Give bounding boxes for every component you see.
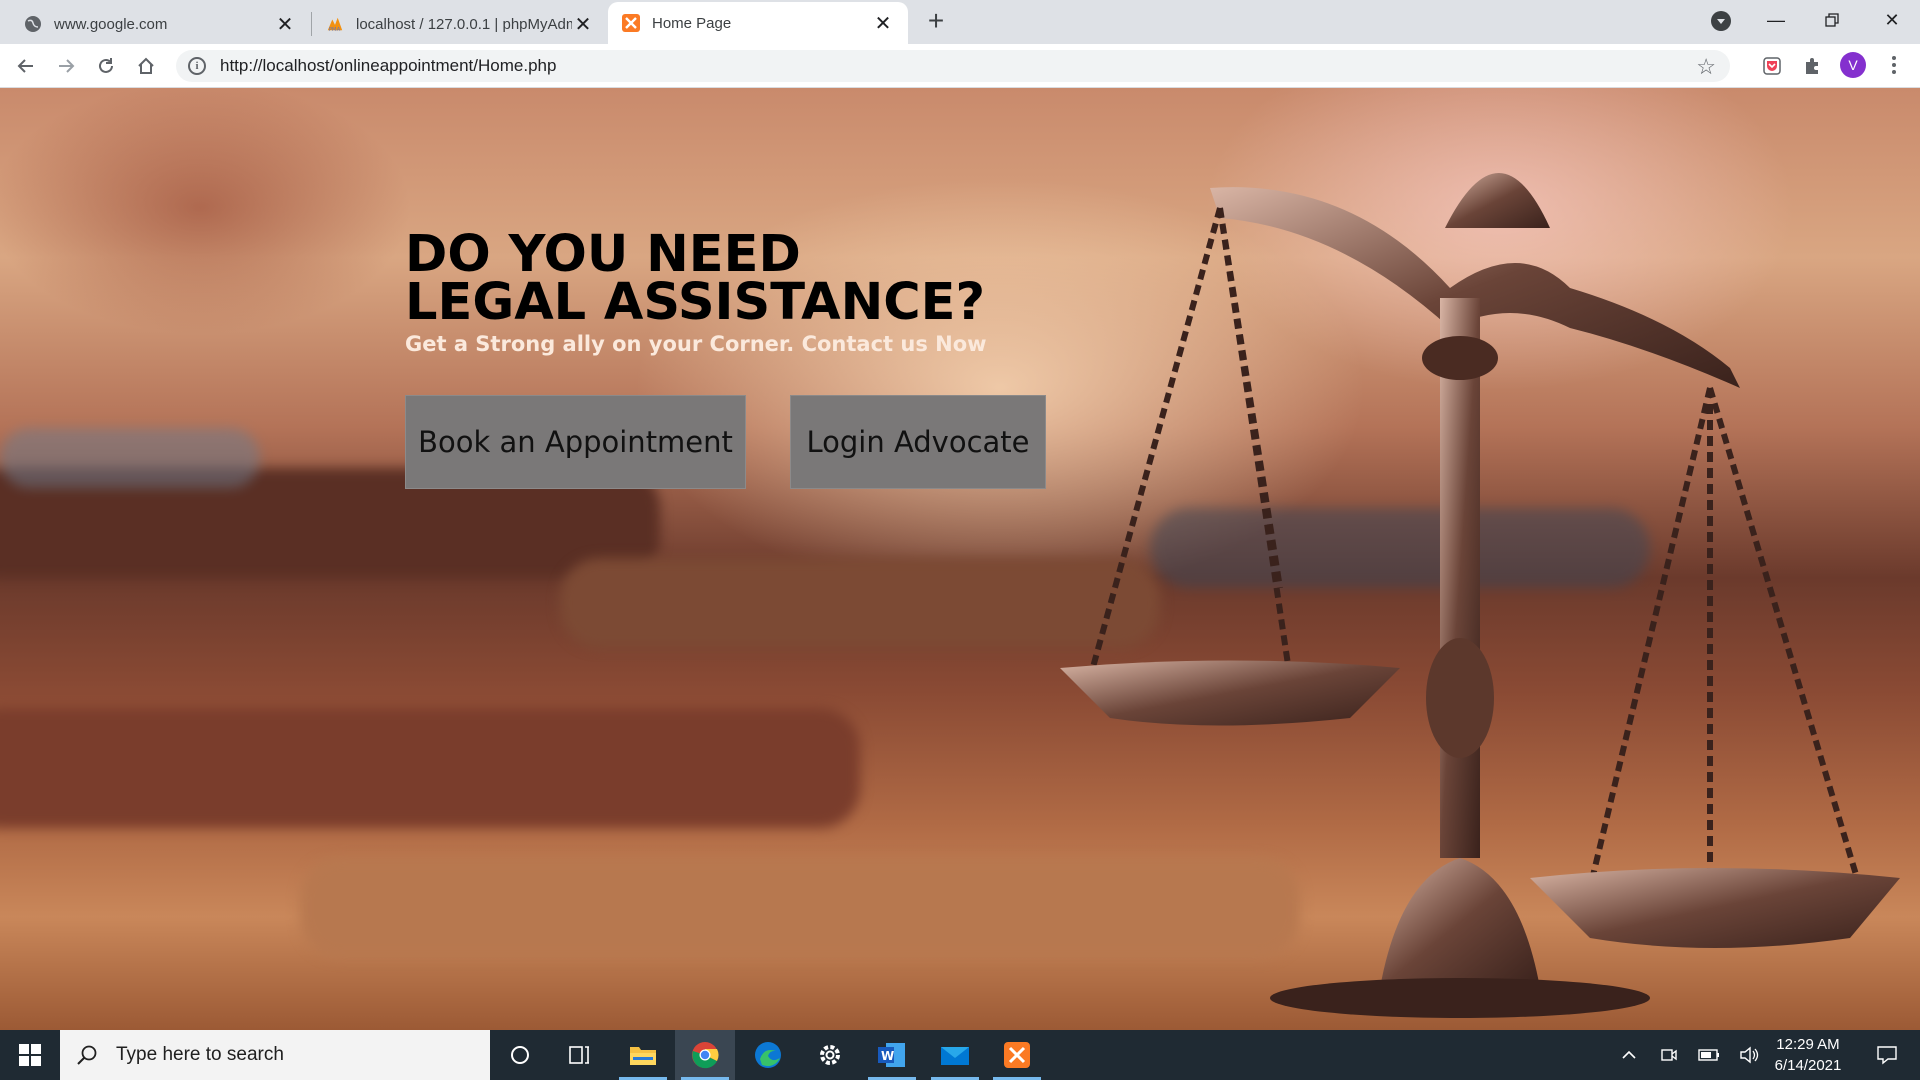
url-text[interactable]: http://localhost/onlineappointment/Home.… bbox=[220, 56, 556, 76]
tab-search-icon[interactable] bbox=[1711, 11, 1731, 31]
notification-center-icon[interactable] bbox=[1862, 1030, 1912, 1080]
restore-icon bbox=[1825, 13, 1839, 27]
taskbar-search-box[interactable]: Type here to search bbox=[60, 1030, 490, 1080]
browser-toolbar: i http://localhost/onlineappointment/Hom… bbox=[0, 44, 1920, 88]
word-icon[interactable]: W bbox=[862, 1030, 922, 1080]
meet-now-icon[interactable] bbox=[1654, 1030, 1684, 1080]
windows-taskbar: Type here to search W 12:29 AM 6/14/2021 bbox=[0, 1030, 1920, 1080]
new-tab-button[interactable]: + bbox=[922, 7, 950, 36]
restore-button[interactable] bbox=[1804, 0, 1860, 40]
minimize-button[interactable]: — bbox=[1748, 0, 1804, 40]
windows-logo-icon bbox=[19, 1044, 41, 1066]
home-button[interactable] bbox=[132, 52, 160, 80]
bookmark-star-icon[interactable]: ☆ bbox=[1696, 54, 1716, 80]
book-appointment-button[interactable]: Book an Appointment bbox=[405, 395, 746, 489]
show-hidden-icons-chevron-icon[interactable] bbox=[1614, 1030, 1644, 1080]
svg-text:PMA: PMA bbox=[329, 27, 341, 33]
page-tagline: Get a Strong ally on your Corner. Contac… bbox=[405, 332, 987, 356]
reload-button[interactable] bbox=[92, 52, 120, 80]
search-placeholder: Type here to search bbox=[116, 1044, 284, 1065]
hero-section: DO YOU NEED LEGAL ASSISTANCE? Get a Stro… bbox=[0, 88, 1920, 1030]
file-explorer-icon[interactable] bbox=[613, 1030, 673, 1080]
headline-line-2: LEGAL ASSISTANCE? bbox=[405, 273, 986, 332]
close-icon[interactable]: ✕ bbox=[274, 13, 296, 36]
svg-text:W: W bbox=[881, 1049, 894, 1063]
tab-home-page[interactable]: Home Page ✕ bbox=[608, 2, 908, 44]
edge-icon[interactable] bbox=[738, 1030, 798, 1080]
pocket-extension-icon[interactable] bbox=[1760, 54, 1784, 78]
forward-button[interactable] bbox=[52, 52, 80, 80]
back-arrow-icon bbox=[17, 59, 33, 73]
chrome-icon[interactable] bbox=[675, 1030, 735, 1080]
start-button[interactable] bbox=[0, 1030, 60, 1080]
forward-arrow-icon bbox=[59, 59, 75, 73]
tab-strip: www.google.com ✕ PMA localhost / 127.0.0… bbox=[0, 0, 1920, 44]
profile-avatar[interactable]: V bbox=[1840, 52, 1866, 78]
back-button[interactable] bbox=[12, 52, 40, 80]
close-icon[interactable]: ✕ bbox=[872, 12, 894, 35]
clock-time: 12:29 AM bbox=[1776, 1036, 1840, 1053]
address-bar[interactable]: i http://localhost/onlineappointment/Hom… bbox=[176, 50, 1730, 82]
close-icon[interactable]: ✕ bbox=[572, 13, 594, 36]
task-view-icon[interactable] bbox=[550, 1030, 610, 1080]
xampp-icon bbox=[622, 14, 640, 32]
xampp-icon[interactable] bbox=[987, 1030, 1047, 1080]
tab-phpmyadmin[interactable]: PMA localhost / 127.0.0.1 | phpMyAdmin ✕ bbox=[312, 4, 608, 44]
background-chair bbox=[0, 428, 260, 488]
battery-icon[interactable] bbox=[1694, 1030, 1724, 1080]
scales-of-justice-icon bbox=[1060, 173, 1900, 1018]
menu-kebab-icon[interactable] bbox=[1884, 52, 1904, 78]
globe-icon bbox=[24, 15, 42, 33]
tab-title: localhost / 127.0.0.1 | phpMyAdmin bbox=[356, 15, 572, 33]
settings-icon[interactable] bbox=[800, 1030, 860, 1080]
close-window-button[interactable]: ✕ bbox=[1864, 0, 1920, 40]
taskbar-clock[interactable]: 12:29 AM 6/14/2021 bbox=[1760, 1034, 1856, 1076]
login-advocate-button[interactable]: Login Advocate bbox=[790, 395, 1046, 489]
home-icon bbox=[138, 57, 154, 74]
tab-title: Home Page bbox=[652, 14, 732, 32]
mail-icon[interactable] bbox=[925, 1030, 985, 1080]
clock-date: 6/14/2021 bbox=[1774, 1057, 1842, 1074]
tab-title: www.google.com bbox=[54, 15, 168, 33]
page-headline: DO YOU NEED LEGAL ASSISTANCE? bbox=[405, 229, 985, 328]
extensions-puzzle-icon[interactable] bbox=[1800, 54, 1824, 78]
search-icon bbox=[76, 1044, 98, 1066]
info-icon[interactable]: i bbox=[188, 57, 206, 75]
reload-icon bbox=[99, 58, 113, 73]
cortana-icon[interactable] bbox=[490, 1030, 550, 1080]
background-bench bbox=[0, 708, 860, 828]
tab-google[interactable]: www.google.com ✕ bbox=[10, 4, 310, 44]
phpmyadmin-icon: PMA bbox=[326, 15, 344, 33]
